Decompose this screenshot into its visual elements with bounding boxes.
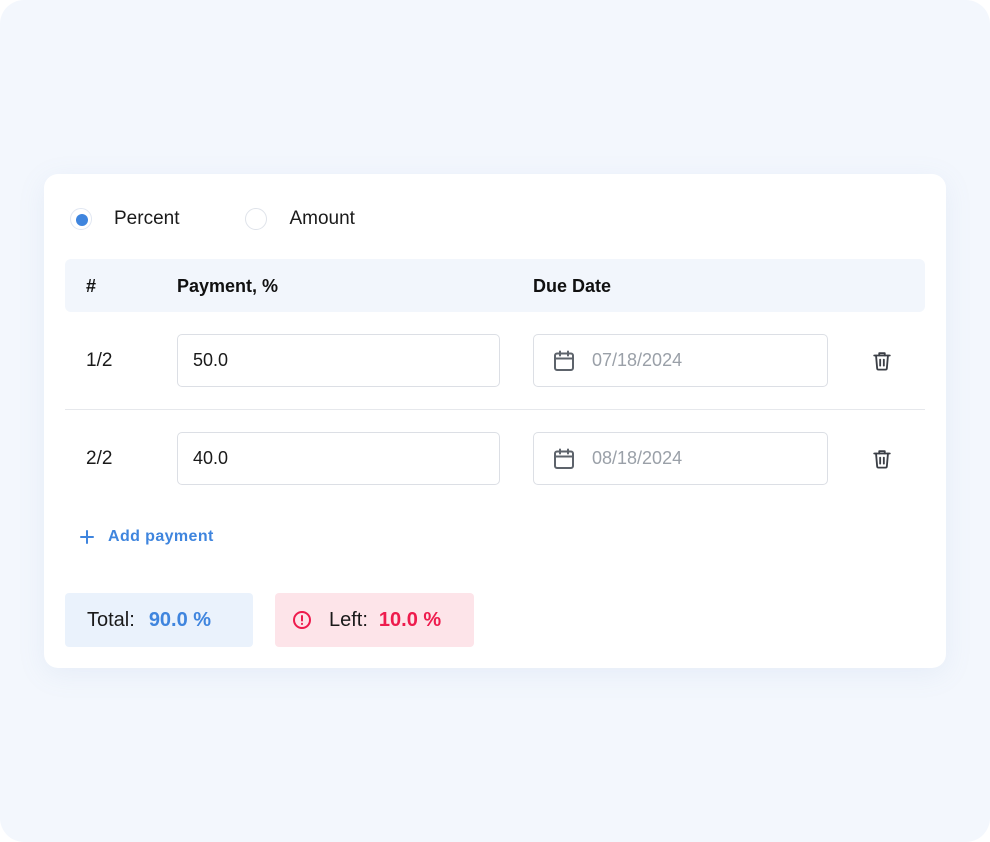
left-value: 10.0 % <box>378 608 442 631</box>
payment-input[interactable] <box>177 432 500 485</box>
radio-amount-circle[interactable] <box>245 208 268 230</box>
alert-circle-icon <box>293 611 311 629</box>
calendar-icon <box>554 448 574 469</box>
due-date-picker[interactable]: 08/18/2024 <box>533 432 828 485</box>
total-badge: Total: 90.0 % <box>65 593 253 647</box>
plus-icon[interactable] <box>80 530 94 544</box>
table-row: 1/2 07/18/2024 <box>65 312 925 410</box>
trash-icon[interactable] <box>871 350 893 372</box>
page-background: Percent Amount # Payment, % Due Date 1/2 <box>0 0 990 842</box>
row-index: 2/2 <box>86 448 113 469</box>
header-index: # <box>86 276 97 296</box>
radio-amount-label[interactable]: Amount <box>289 208 354 230</box>
total-label: Total: <box>87 608 135 631</box>
calendar-icon <box>554 350 574 371</box>
due-date-value: 07/18/2024 <box>592 350 683 370</box>
radio-percent[interactable]: Percent <box>70 208 179 230</box>
payment-schedule-card: Percent Amount # Payment, % Due Date 1/2 <box>44 174 946 668</box>
header-due-date: Due Date <box>533 276 612 296</box>
left-label: Left: <box>329 608 368 631</box>
row-index: 1/2 <box>86 350 113 371</box>
radio-amount[interactable]: Amount <box>245 208 355 230</box>
radio-percent-circle[interactable] <box>70 208 92 230</box>
add-payment-label[interactable]: Add payment <box>108 528 214 546</box>
payment-mode-radio-group: Percent Amount <box>70 208 355 230</box>
table-row: 2/2 08/18/2024 <box>65 410 925 508</box>
payment-input[interactable] <box>177 334 500 387</box>
header-payment: Payment, % <box>177 276 279 296</box>
add-payment-button[interactable]: Add payment <box>80 528 214 546</box>
left-badge: Left: 10.0 % <box>275 593 474 647</box>
due-date-picker[interactable]: 07/18/2024 <box>533 334 828 387</box>
radio-percent-label[interactable]: Percent <box>114 208 179 230</box>
due-date-value: 08/18/2024 <box>592 448 683 468</box>
trash-icon[interactable] <box>871 448 893 470</box>
table-header: # Payment, % Due Date <box>65 259 925 312</box>
total-value: 90.0 % <box>148 608 212 631</box>
